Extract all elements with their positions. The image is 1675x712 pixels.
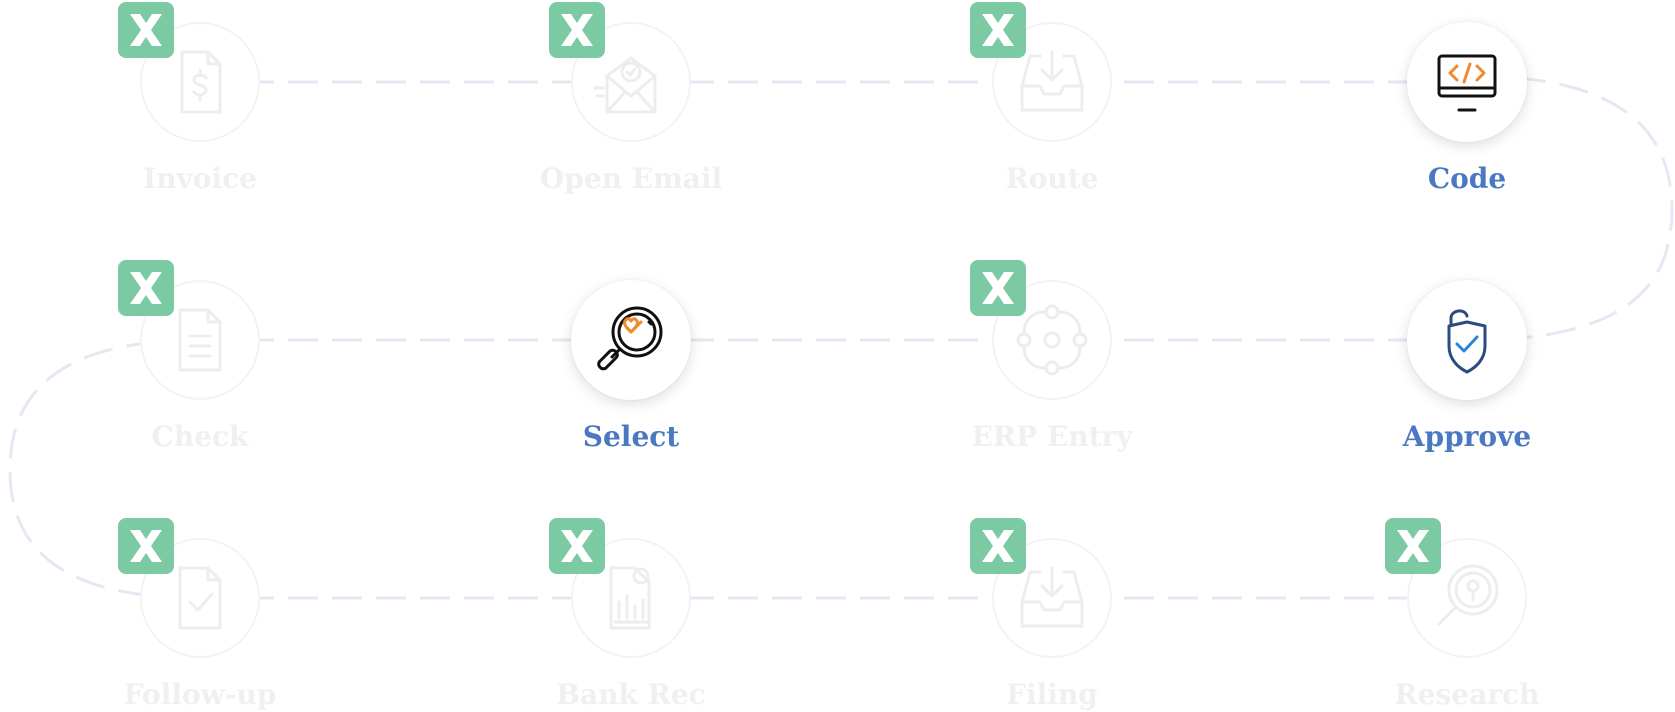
step-circle bbox=[1407, 280, 1527, 400]
document-icon bbox=[178, 308, 222, 372]
magnifier-check-icon bbox=[597, 306, 663, 371]
step-label: Check bbox=[151, 420, 249, 453]
code-monitor-icon bbox=[1437, 54, 1497, 112]
x-badge-icon bbox=[970, 518, 1026, 574]
step-label: Approve bbox=[1402, 420, 1532, 453]
inbox-download-icon bbox=[1020, 566, 1084, 628]
erp-network-icon bbox=[1016, 304, 1088, 376]
step-label: Research bbox=[1394, 678, 1540, 711]
invoice-icon bbox=[180, 50, 222, 114]
process-flow-diagram: Invoice Open Email Route Code Check Sele… bbox=[0, 0, 1675, 711]
x-badge-icon bbox=[549, 518, 605, 574]
shield-check-icon bbox=[1447, 309, 1487, 374]
step-label: ERP Entry bbox=[971, 420, 1133, 453]
research-icon bbox=[1437, 564, 1499, 626]
step-label: Route bbox=[1005, 162, 1099, 195]
x-badge-icon bbox=[118, 2, 174, 58]
x-badge-icon bbox=[549, 2, 605, 58]
bank-statement-icon bbox=[609, 566, 651, 630]
step-label: Invoice bbox=[143, 162, 257, 195]
step-label: Select bbox=[582, 420, 680, 453]
document-check-icon bbox=[178, 566, 222, 630]
step-circle bbox=[1407, 22, 1527, 142]
step-label: Bank Rec bbox=[556, 678, 706, 711]
x-badge-icon bbox=[970, 2, 1026, 58]
x-badge-icon bbox=[1385, 518, 1441, 574]
step-label: Follow-up bbox=[123, 678, 277, 711]
step-circle bbox=[571, 280, 691, 400]
x-badge-icon bbox=[970, 260, 1026, 316]
step-label: Code bbox=[1427, 162, 1507, 195]
open-email-icon bbox=[593, 56, 657, 114]
inbox-download-icon bbox=[1020, 50, 1084, 112]
step-label: Filing bbox=[1006, 678, 1098, 711]
x-badge-icon bbox=[118, 518, 174, 574]
x-badge-icon bbox=[118, 260, 174, 316]
step-label: Open Email bbox=[539, 162, 723, 195]
